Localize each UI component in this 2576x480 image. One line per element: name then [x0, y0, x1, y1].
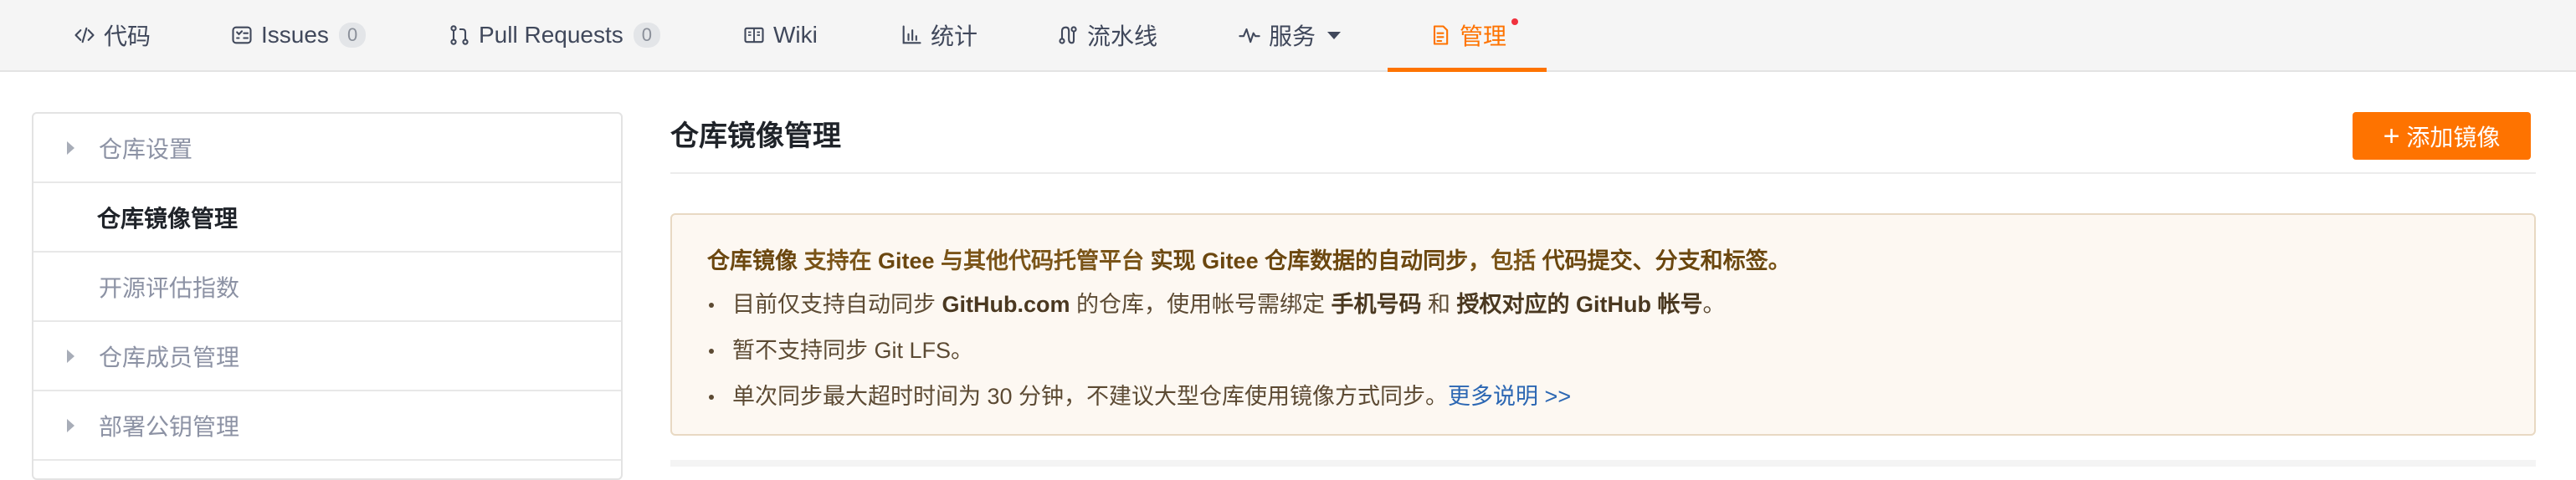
stats-icon: [899, 23, 924, 48]
sidebar-item-label: 部署公钥管理: [99, 413, 240, 440]
code-icon: [72, 23, 97, 48]
repo-nav-bar: 代码 Issues 0 Pull Requests 0 Wiki 统计 流水线: [0, 0, 2576, 72]
tab-code[interactable]: 代码: [72, 0, 151, 70]
notice-strong: Gitee: [878, 248, 935, 273]
tab-label: 管理: [1460, 23, 1507, 49]
notice-list-item: 目前仅支持自动同步 GitHub.com 的仓库，使用帐号需绑定 手机号码 和 …: [707, 282, 2534, 328]
tab-service[interactable]: 服务: [1237, 0, 1342, 70]
add-mirror-label: 添加镜像: [2406, 124, 2501, 151]
notice-text: ，包括: [1468, 248, 1542, 273]
notice-lead-term: 仓库镜像: [707, 248, 798, 273]
tab-label: Issues: [261, 22, 329, 48]
notice-strong: GitHub.com: [942, 292, 1070, 317]
notice-text: 与其他代码托管平台: [934, 248, 1151, 273]
notice-strong: 实现 Gitee 仓库数据的自动同步: [1150, 248, 1469, 273]
tab-label: 统计: [931, 23, 978, 49]
service-icon: [1237, 23, 1262, 48]
tab-stats[interactable]: 统计: [899, 0, 978, 70]
sidebar-item-members[interactable]: 仓库成员管理: [33, 322, 621, 391]
tab-pull-requests[interactable]: Pull Requests 0: [447, 0, 661, 70]
manage-icon: [1428, 23, 1453, 48]
chevron-down-icon: [1327, 31, 1342, 39]
add-mirror-button[interactable]: + 添加镜像: [2353, 112, 2531, 160]
notice-text: 单次同步最大超时时间为 30 分钟，不建议大型仓库使用镜像方式同步。: [732, 384, 1449, 409]
chevron-right-icon: [67, 140, 74, 155]
notice-list-item: 暂不支持同步 Git LFS。: [707, 328, 2534, 374]
sidebar-item-repo-settings[interactable]: 仓库设置: [33, 114, 621, 183]
notice-text: 。: [1768, 248, 1791, 273]
page-title: 仓库镜像管理: [670, 120, 841, 152]
tab-pipeline[interactable]: 流水线: [1055, 0, 1157, 70]
pull-requests-count-badge: 0: [633, 23, 661, 48]
chevron-right-icon: [67, 418, 74, 432]
tab-issues[interactable]: Issues 0: [229, 0, 367, 70]
chevron-right-icon: [67, 349, 74, 363]
mirror-info-notice: 仓库镜像 支持在 Gitee 与其他代码托管平台 实现 Gitee 仓库数据的自…: [670, 213, 2536, 436]
notification-dot: [1511, 18, 1519, 25]
sidebar-item-repo-mirror[interactable]: 仓库镜像管理: [33, 183, 621, 253]
more-info-link[interactable]: 更多说明 >>: [1448, 384, 1571, 409]
pull-request-icon: [447, 23, 472, 48]
sidebar-item-label: 仓库设置: [99, 135, 193, 162]
sidebar-item-oss-index[interactable]: 开源评估指数: [33, 253, 621, 322]
notice-list-item: 单次同步最大超时时间为 30 分钟，不建议大型仓库使用镜像方式同步。更多说明 >…: [707, 374, 2534, 420]
pipeline-icon: [1055, 23, 1080, 48]
tab-label: 服务: [1269, 23, 1316, 49]
notice-text: 的仓库，使用帐号需绑定: [1070, 292, 1332, 317]
tab-label: Pull Requests: [479, 22, 623, 48]
notice-lead: 仓库镜像 支持在 Gitee 与其他代码托管平台 实现 Gitee 仓库数据的自…: [707, 240, 2534, 282]
notice-strong: 授权对应的 GitHub 帐号: [1456, 292, 1703, 317]
title-divider: [670, 172, 2536, 174]
content-area-edge: [670, 460, 2536, 467]
sidebar-item-deploy-keys[interactable]: 部署公钥管理: [33, 391, 621, 461]
notice-text: 暂不支持同步 Git LFS。: [732, 338, 974, 363]
sidebar-item-label: 开源评估指数: [99, 274, 240, 301]
issues-icon: [229, 23, 254, 48]
settings-sidebar: 仓库设置 仓库镜像管理 开源评估指数 仓库成员管理 部署公钥管理: [32, 112, 623, 480]
tab-label: Wiki: [773, 22, 818, 48]
plus-icon: +: [2383, 120, 2400, 152]
notice-text: 支持在: [798, 248, 879, 273]
tab-wiki[interactable]: Wiki: [741, 0, 818, 70]
tab-manage[interactable]: 管理: [1387, 0, 1547, 72]
notice-text: 。: [1702, 292, 1726, 317]
notice-list: 目前仅支持自动同步 GitHub.com 的仓库，使用帐号需绑定 手机号码 和 …: [707, 282, 2534, 420]
issues-count-badge: 0: [338, 23, 367, 48]
notice-text: 目前仅支持自动同步: [732, 292, 942, 317]
notice-strong: 手机号码: [1331, 292, 1422, 317]
sidebar-item-label: 仓库镜像管理: [97, 205, 239, 232]
sidebar-item-label: 仓库成员管理: [99, 344, 240, 370]
notice-text: 和: [1421, 292, 1457, 317]
tab-label: 代码: [104, 23, 151, 49]
tab-label: 流水线: [1087, 23, 1158, 49]
notice-strong: 代码提交、分支和标签: [1542, 248, 1768, 273]
wiki-icon: [741, 23, 767, 48]
